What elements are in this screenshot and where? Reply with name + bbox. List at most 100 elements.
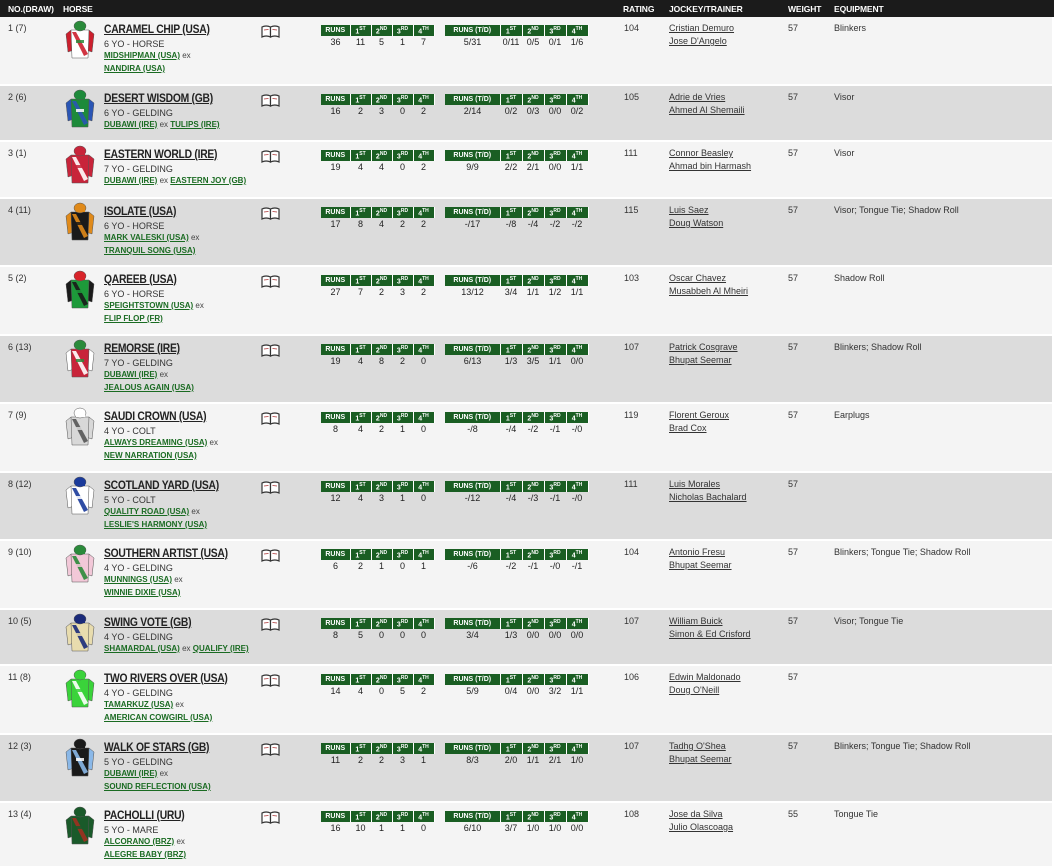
second-suffix: ND xyxy=(379,481,388,488)
jockey-link[interactable]: Jose da Silva xyxy=(669,809,733,819)
jockey-link[interactable]: Adrie de Vries xyxy=(669,92,745,102)
horse-name-link[interactable]: QAREEB (USA) xyxy=(104,272,177,286)
form-book-icon[interactable] xyxy=(261,412,280,425)
horse-name-link[interactable]: PACHOLLI (URU) xyxy=(104,808,185,822)
sire-link[interactable]: SHAMARDAL (USA) xyxy=(104,644,180,653)
jockey-silks-icon xyxy=(65,270,95,309)
sire-link[interactable]: MUNNINGS (USA) xyxy=(104,575,172,584)
trainer-link[interactable]: Julio Olascoaga xyxy=(669,822,733,832)
trainer-link[interactable]: Musabbeh Al Mheiri xyxy=(669,286,748,296)
horse-name-link[interactable]: TWO RIVERS OVER (USA) xyxy=(104,671,228,685)
horse-name-link[interactable]: SWING VOTE (GB) xyxy=(104,615,192,629)
form-book-icon[interactable] xyxy=(261,275,280,288)
dam-link[interactable]: QUALIFY (IRE) xyxy=(193,644,249,653)
trainer-link[interactable]: Brad Cox xyxy=(669,423,729,433)
first-value: 2 xyxy=(357,106,363,116)
dam-link[interactable]: TULIPS (IRE) xyxy=(170,120,219,129)
horse-name-link[interactable]: EASTERN WORLD (IRE) xyxy=(104,147,217,161)
runs-value: 16 xyxy=(330,823,341,833)
first-value: 2 xyxy=(357,561,363,571)
dam-link[interactable]: SOUND REFLECTION (USA) xyxy=(104,782,211,791)
jockey-link[interactable]: Tadhg O'Shea xyxy=(669,741,732,751)
form-book-icon[interactable] xyxy=(261,344,280,357)
form-book-icon[interactable] xyxy=(261,743,280,756)
dam-link[interactable]: EASTERN JOY (GB) xyxy=(170,176,246,185)
sire-link[interactable]: TAMARKUZ (USA) xyxy=(104,700,173,709)
sire-link[interactable]: DUBAWI (IRE) xyxy=(104,769,157,778)
sire-link[interactable]: ALWAYS DREAMING (USA) xyxy=(104,438,207,447)
dam-link[interactable]: ALEGRE BABY (BRZ) xyxy=(104,850,186,859)
trainer-link[interactable]: Doug O'Neill xyxy=(669,685,741,695)
dam-link[interactable]: LESLIE'S HARMONY (USA) xyxy=(104,520,207,529)
form-book-icon[interactable] xyxy=(261,150,280,163)
trainer-link[interactable]: Ahmed Al Shemaili xyxy=(669,105,745,115)
rating-value: 103 xyxy=(624,273,640,283)
jockey-link[interactable]: Connor Beasley xyxy=(669,148,751,158)
sire-link[interactable]: MARK VALESKI (USA) xyxy=(104,233,189,242)
jockey-link[interactable]: Cristian Demuro xyxy=(669,23,734,33)
dam-link[interactable]: NEW NARRATION (USA) xyxy=(104,451,197,460)
trainer-link[interactable]: Bhupat Seemar xyxy=(669,355,738,365)
jockey-link[interactable]: Patrick Cosgrave xyxy=(669,342,738,352)
form-book-icon[interactable] xyxy=(261,481,280,494)
trainer-link[interactable]: Simon & Ed Crisford xyxy=(669,629,751,639)
horse-name-link[interactable]: ISOLATE (USA) xyxy=(104,204,176,218)
second-suffix: ND xyxy=(379,94,388,101)
sire-link[interactable]: ALCORANO (BRZ) xyxy=(104,837,174,846)
runner-row: 1 (7) CARAMEL CHIP (USA) 6 YO - HORSE MIDSH… xyxy=(0,17,1052,86)
form-book-icon[interactable] xyxy=(261,25,280,38)
trainer-link[interactable]: Bhupat Seemar xyxy=(669,560,732,570)
form-book-icon[interactable] xyxy=(261,94,280,107)
trainer-link[interactable]: Doug Watson xyxy=(669,218,723,228)
form-book-icon[interactable] xyxy=(261,549,280,562)
td-runs-value: 13/12 xyxy=(461,287,484,297)
jockey-link[interactable]: William Buick xyxy=(669,616,751,626)
horse-name-link[interactable]: SOUTHERN ARTIST (USA) xyxy=(104,546,228,560)
dam-link[interactable]: FLIP FLOP (FR) xyxy=(104,314,163,323)
third-value: 2 xyxy=(399,356,405,366)
jockey-link[interactable]: Luis Morales xyxy=(669,479,747,489)
form-book-icon[interactable] xyxy=(261,207,280,220)
jockey-link[interactable]: Oscar Chavez xyxy=(669,273,748,283)
form-book-icon[interactable] xyxy=(261,674,280,687)
runs-header: RUNS xyxy=(321,25,351,36)
horse-name-link[interactable]: SCOTLAND YARD (USA) xyxy=(104,478,219,492)
trainer-link[interactable]: Nicholas Bachalard xyxy=(669,492,747,502)
first-place-header: 1ST xyxy=(500,618,523,629)
horse-name-link[interactable]: REMORSE (IRE) xyxy=(104,341,180,355)
sire-link[interactable]: MIDSHIPMAN (USA) xyxy=(104,51,180,60)
form-book-icon[interactable] xyxy=(261,618,280,631)
td-second-value: 1/0 xyxy=(526,823,540,833)
jockey-link[interactable]: Florent Geroux xyxy=(669,410,729,420)
runs-td-header: RUNS (T/D) xyxy=(445,344,501,355)
dam-link[interactable]: AMERICAN COWGIRL (USA) xyxy=(104,713,212,722)
sire-link[interactable]: SPEIGHTSTOWN (USA) xyxy=(104,301,193,310)
dam-link[interactable]: JEALOUS AGAIN (USA) xyxy=(104,383,194,392)
first-suffix: ST xyxy=(509,618,517,625)
trainer-link[interactable]: Ahmad bin Harmash xyxy=(669,161,751,171)
td-fourth-value: 0/0 xyxy=(570,630,584,640)
second-place-header: 2ND xyxy=(522,25,545,36)
jockey-link[interactable]: Edwin Maldonado xyxy=(669,672,741,682)
jockey-link[interactable]: Antonio Fresu xyxy=(669,547,732,557)
dam-link[interactable]: WINNIE DIXIE (USA) xyxy=(104,588,180,597)
trainer-link[interactable]: Bhupat Seemar xyxy=(669,754,732,764)
dam-link[interactable]: TRANQUIL SONG (USA) xyxy=(104,246,195,255)
horse-name-link[interactable]: WALK OF STARS (GB) xyxy=(104,740,210,754)
form-book-icon[interactable] xyxy=(261,811,280,824)
third-place-header: 3RD xyxy=(544,618,567,629)
sire-link[interactable]: DUBAWI (IRE) xyxy=(104,370,157,379)
horse-name-link[interactable]: DESERT WISDOM (GB) xyxy=(104,91,213,105)
horse-age-sex: 5 YO - GELDING xyxy=(104,757,173,767)
sire-link[interactable]: QUALITY ROAD (USA) xyxy=(104,507,189,516)
first-place-header: 1ST xyxy=(500,549,523,560)
runs-header: RUNS xyxy=(321,549,351,560)
jockey-link[interactable]: Luis Saez xyxy=(669,205,723,215)
sire-link[interactable]: DUBAWI (IRE) xyxy=(104,176,157,185)
sire-link[interactable]: DUBAWI (IRE) xyxy=(104,120,157,129)
jockey-trainer: Antonio Fresu Bhupat Seemar xyxy=(669,547,732,573)
dam-link[interactable]: NANDIRA (USA) xyxy=(104,64,165,73)
trainer-link[interactable]: Jose D'Angelo xyxy=(669,36,734,46)
horse-name-link[interactable]: CARAMEL CHIP (USA) xyxy=(104,22,210,36)
horse-name-link[interactable]: SAUDI CROWN (USA) xyxy=(104,409,207,423)
